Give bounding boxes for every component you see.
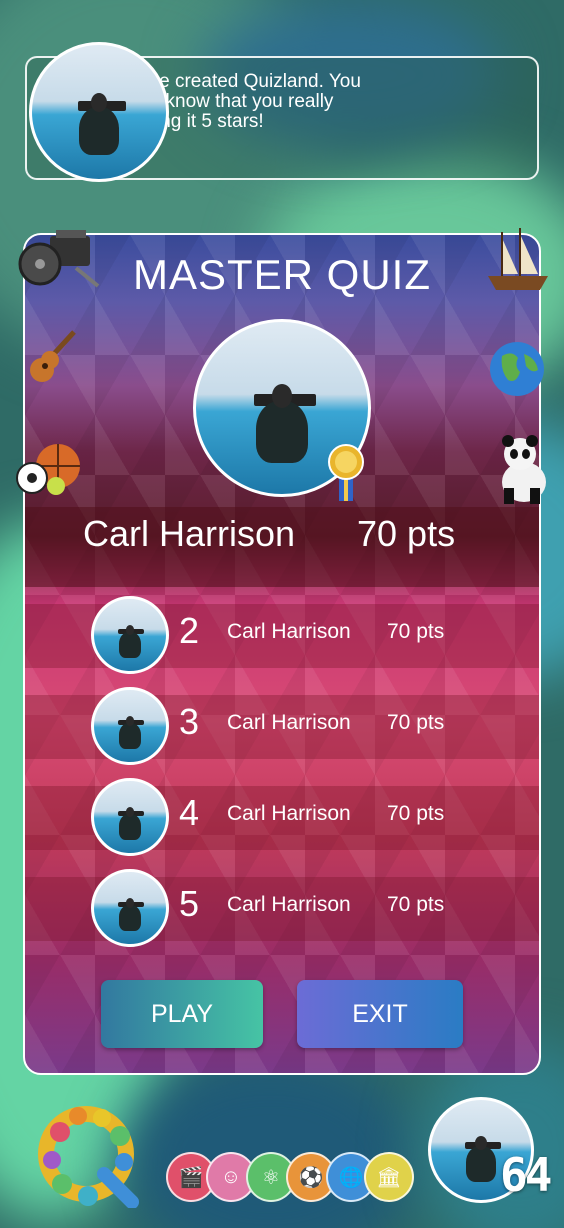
ship-icon <box>488 228 548 290</box>
leaderboard-row: 4 Carl Harrison 70 pts <box>25 774 539 864</box>
leaderboard-row: 3 Carl Harrison 70 pts <box>25 683 539 773</box>
player-points: 70 pts <box>387 802 445 825</box>
panel-title: MASTER QUIZ <box>132 251 431 298</box>
player-rank: 2 <box>179 610 200 651</box>
player-rank: 3 <box>179 701 200 742</box>
globe-icon <box>490 342 544 396</box>
player-rank: 4 <box>179 792 200 833</box>
creator-avatar <box>29 42 169 182</box>
film-reel-icon <box>18 230 100 288</box>
player-rank: 5 <box>179 883 200 924</box>
player-name: Carl Harrison <box>227 802 351 825</box>
quizland-logo <box>38 1106 139 1208</box>
leader-name: Carl Harrison <box>83 513 296 554</box>
exit-button[interactable]: EXIT <box>297 980 463 1048</box>
leaderboard-panel: MASTER QUIZ Carl Harrison 70 pts 2 Carl … <box>23 233 541 1075</box>
panda-icon <box>502 435 546 504</box>
player-avatar <box>91 596 169 674</box>
leader-points: 70 pts <box>357 513 456 554</box>
play-button[interactable]: PLAY <box>101 980 263 1048</box>
player-avatar <box>91 687 169 765</box>
player-points: 70 pts <box>387 711 445 734</box>
sports-balls-icon <box>16 444 80 495</box>
category-icons: 🎬 ☺ ⚛ ⚽ 🌐 🏛 <box>166 1152 416 1204</box>
leaderboard-row: 2 Carl Harrison 70 pts <box>25 592 539 682</box>
player-name: Carl Harrison <box>227 893 351 916</box>
creator-info-card: This is Carl, he created Quizland. You s… <box>25 42 539 182</box>
player-avatar <box>91 778 169 856</box>
player-avatar <box>91 869 169 947</box>
player-points: 70 pts <box>387 620 445 643</box>
player-name: Carl Harrison <box>227 711 351 734</box>
leaderboard-row: 5 Carl Harrison 70 pts <box>25 865 539 955</box>
gold-medal-icon <box>328 444 364 501</box>
history-icon[interactable]: 🏛 <box>364 1152 414 1202</box>
player-name: Carl Harrison <box>227 620 351 643</box>
guitar-icon <box>30 330 76 382</box>
score-counter: 64 <box>500 1148 552 1202</box>
player-points: 70 pts <box>387 893 445 916</box>
